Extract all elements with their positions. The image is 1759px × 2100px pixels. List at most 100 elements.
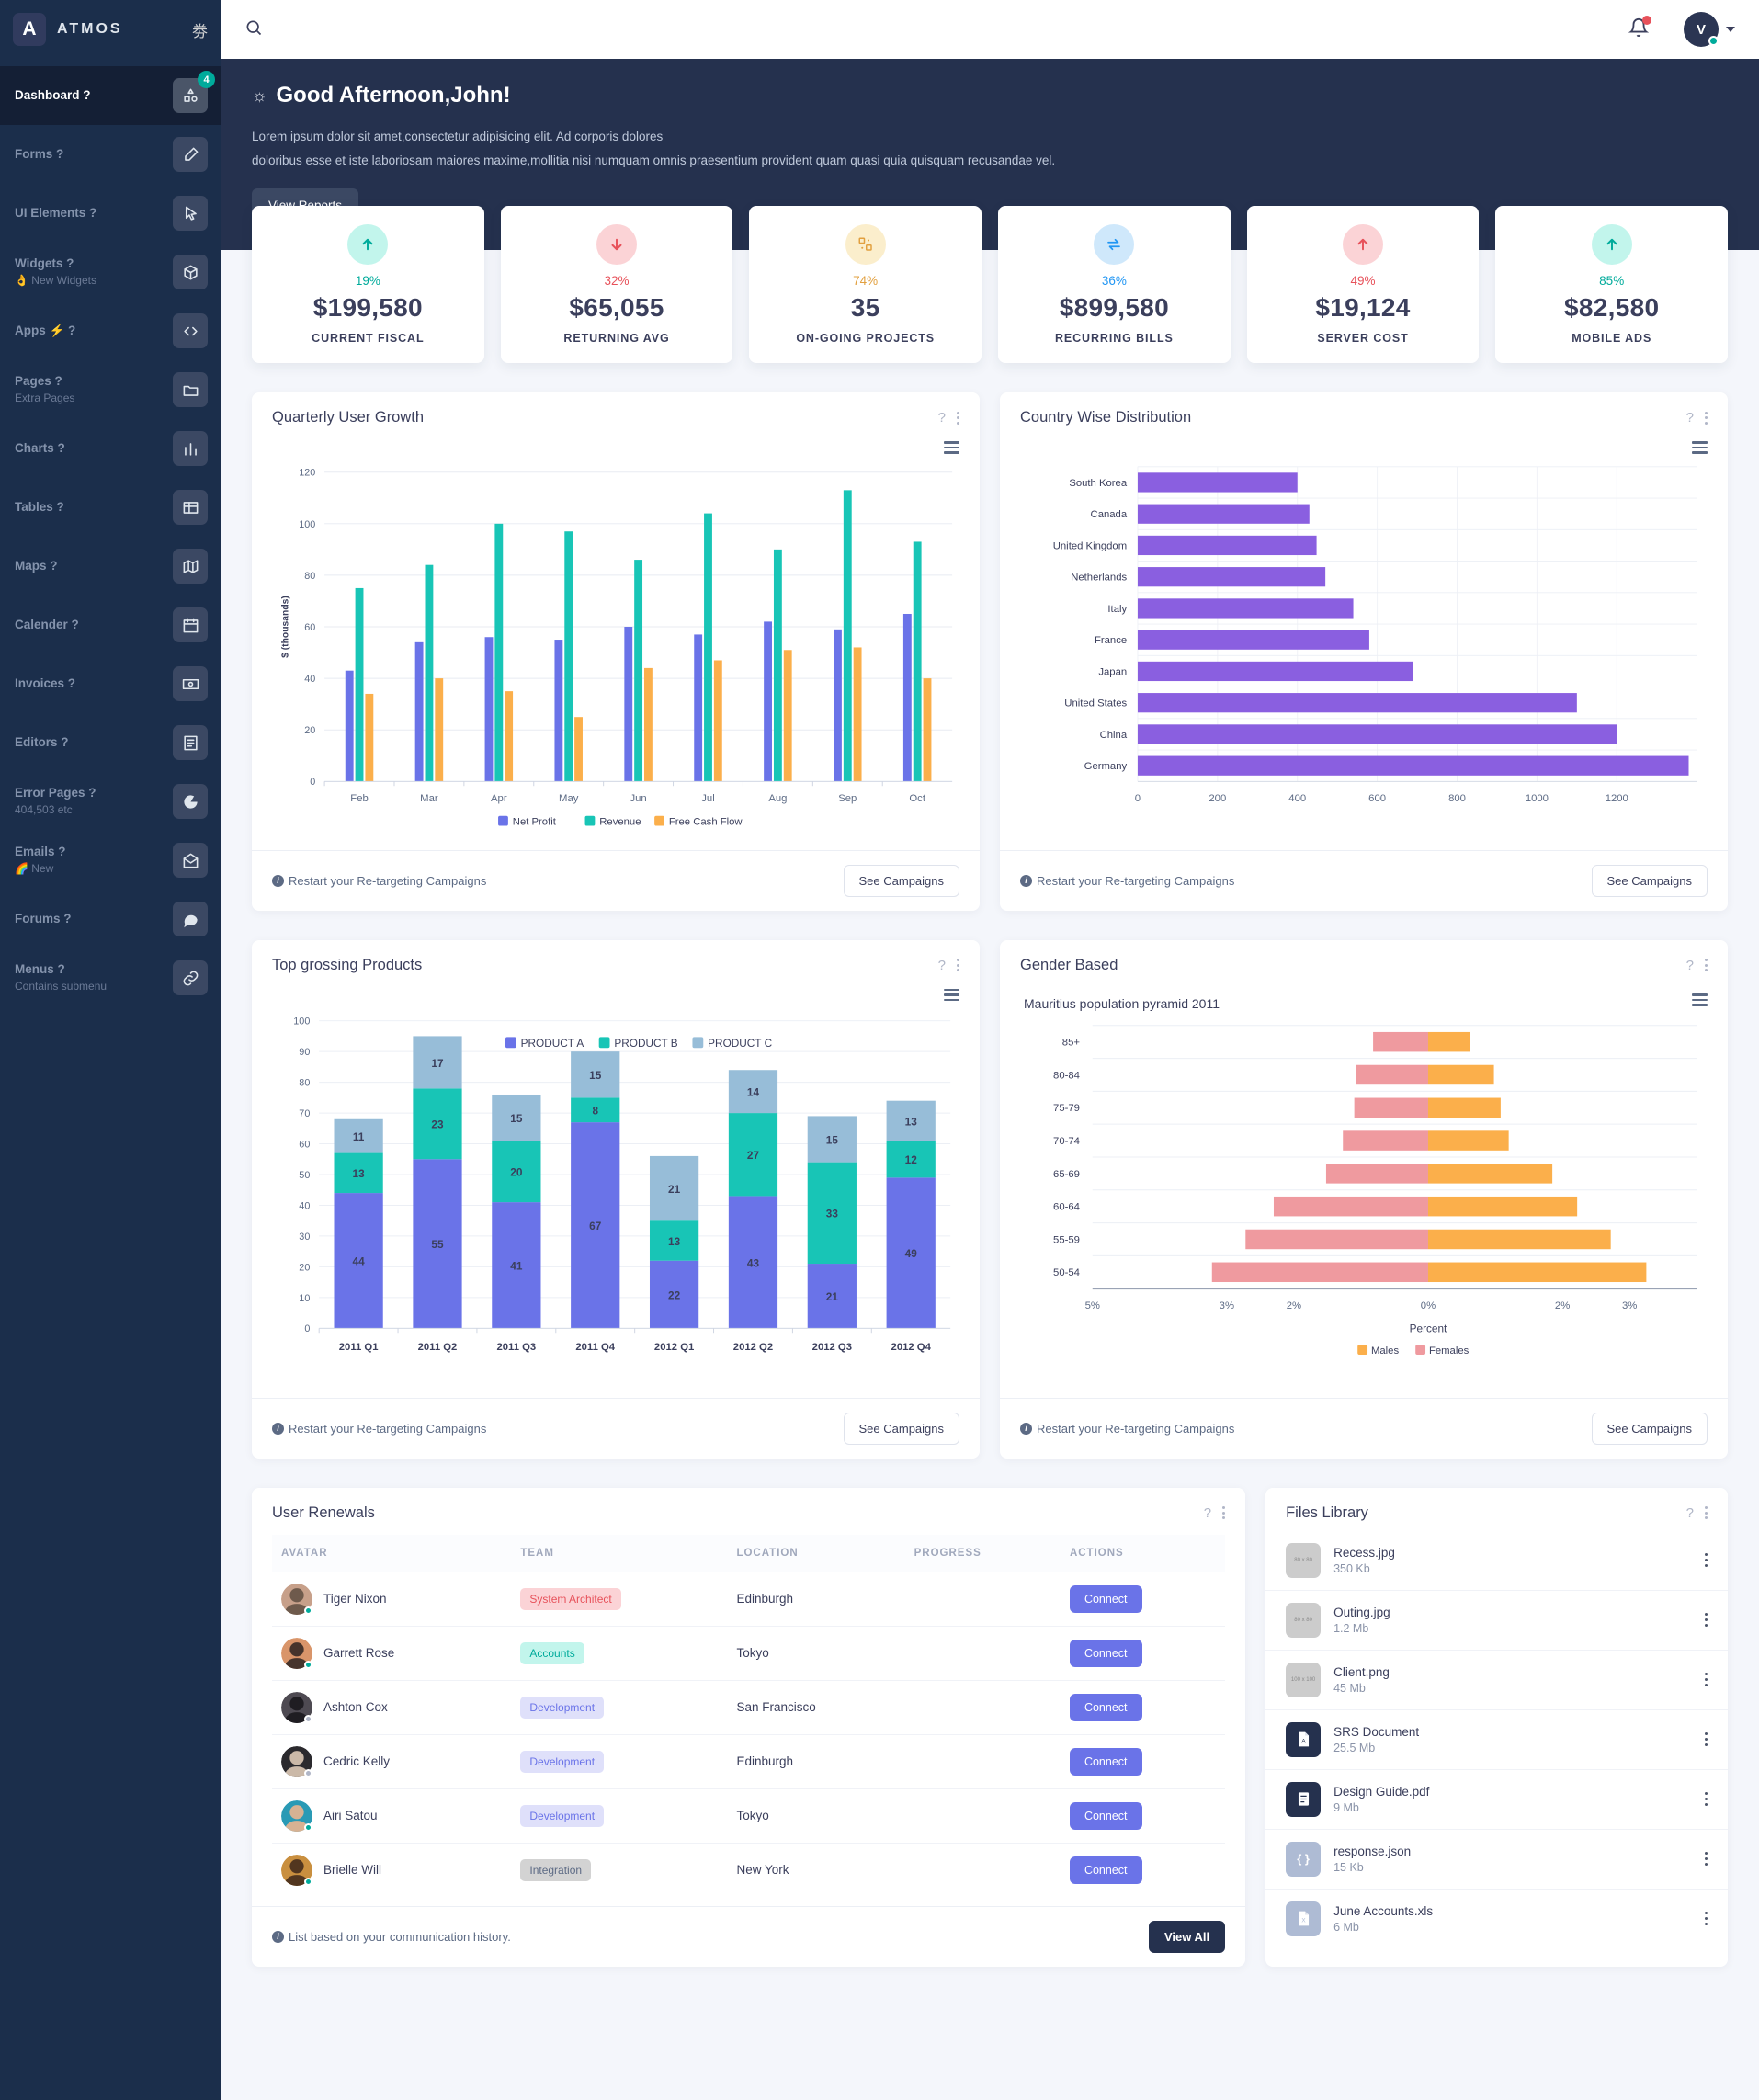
file-list-item[interactable]: 80 x 80 Recess.jpg 350 Kb bbox=[1265, 1531, 1728, 1591]
svg-text:0%: 0% bbox=[1421, 1300, 1436, 1311]
sidebar-item-text: Invoices ? bbox=[15, 675, 173, 692]
sidebar-item-label: Invoices ? bbox=[15, 675, 76, 690]
sidebar-item-widgets[interactable]: Widgets ? 👌 New Widgets bbox=[0, 243, 221, 301]
svg-text:20: 20 bbox=[510, 1166, 523, 1179]
sidebar-item-pages[interactable]: Pages ? Extra Pages bbox=[0, 360, 221, 419]
cell-team: Development bbox=[511, 1788, 728, 1844]
file-list-item[interactable]: 80 x 80 Outing.jpg 1.2 Mb bbox=[1265, 1591, 1728, 1651]
sidebar-item-forums[interactable]: Forums ? bbox=[0, 890, 221, 948]
help-icon[interactable]: ? bbox=[1686, 958, 1694, 973]
sidebar-item-maps[interactable]: Maps ? bbox=[0, 537, 221, 596]
help-icon[interactable]: ? bbox=[1204, 1505, 1211, 1521]
box-icon bbox=[173, 255, 208, 289]
svg-text:80: 80 bbox=[304, 571, 315, 582]
chart-menu-icon[interactable] bbox=[944, 988, 959, 1002]
file-more-options-icon[interactable] bbox=[1704, 1851, 1708, 1867]
sidebar-item-calender[interactable]: Calender ? bbox=[0, 596, 221, 654]
help-icon[interactable]: ? bbox=[938, 410, 946, 426]
file-more-options-icon[interactable] bbox=[1704, 1731, 1708, 1747]
file-list-item[interactable]: { } response.json 15 Kb bbox=[1265, 1830, 1728, 1890]
text-file-icon bbox=[1286, 1781, 1322, 1817]
sidebar-item-errorpages[interactable]: Error Pages ? 404,503 etc bbox=[0, 772, 221, 831]
help-icon[interactable]: ? bbox=[1686, 1505, 1694, 1521]
chevron-down-icon[interactable] bbox=[1726, 27, 1735, 32]
more-options-icon[interactable] bbox=[1222, 1506, 1226, 1520]
see-campaigns-button[interactable]: See Campaigns bbox=[1591, 1412, 1708, 1445]
avatar[interactable]: V bbox=[1684, 12, 1719, 47]
sidebar-item-menus[interactable]: Menus ? Contains submenu bbox=[0, 948, 221, 1007]
sidebar-item-forms[interactable]: Forms ? bbox=[0, 125, 221, 184]
file-list-item[interactable]: X June Accounts.xls 6 Mb bbox=[1265, 1890, 1728, 1948]
document-icon bbox=[173, 725, 208, 760]
sidebar-item-invoices[interactable]: Invoices ? bbox=[0, 654, 221, 713]
connect-button[interactable]: Connect bbox=[1069, 1693, 1142, 1721]
search-container[interactable] bbox=[244, 18, 1616, 41]
see-campaigns-button[interactable]: See Campaigns bbox=[1591, 864, 1708, 897]
more-options-icon[interactable] bbox=[1705, 959, 1708, 972]
sidebar-item-uielements[interactable]: UI Elements ? bbox=[0, 184, 221, 243]
file-more-options-icon[interactable] bbox=[1704, 1672, 1708, 1687]
sidebar-item-sublabel: 404,503 etc bbox=[15, 803, 73, 817]
cell-user: Ashton Cox bbox=[272, 1680, 512, 1735]
table-header-progress: PROGRESS bbox=[904, 1534, 1061, 1572]
svg-text:21: 21 bbox=[826, 1291, 839, 1304]
card-footer: i Restart your Re-targeting Campaigns Se… bbox=[252, 1397, 980, 1459]
more-options-icon[interactable] bbox=[957, 411, 959, 425]
footer-note: i Restart your Re-targeting Campaigns bbox=[1020, 874, 1234, 888]
cell-actions: Connect bbox=[1060, 1626, 1226, 1681]
svg-text:65-69: 65-69 bbox=[1053, 1169, 1080, 1180]
kpi-label: RETURNING AVG bbox=[563, 332, 670, 346]
sidebar-item-apps[interactable]: Apps ⚡ ? bbox=[0, 301, 221, 360]
search-input[interactable] bbox=[272, 22, 548, 37]
more-options-icon[interactable] bbox=[1705, 1506, 1708, 1520]
see-campaigns-button[interactable]: See Campaigns bbox=[843, 1412, 959, 1445]
svg-text:2012 Q1: 2012 Q1 bbox=[654, 1342, 694, 1353]
card-title: Gender Based bbox=[1020, 956, 1118, 973]
help-icon[interactable]: ? bbox=[938, 958, 946, 973]
svg-text:11: 11 bbox=[353, 1131, 365, 1144]
team-badge: Integration bbox=[520, 1858, 592, 1881]
card-title: Quarterly User Growth bbox=[272, 409, 425, 426]
connect-button[interactable]: Connect bbox=[1069, 1747, 1142, 1776]
file-more-options-icon[interactable] bbox=[1704, 1552, 1708, 1568]
card-tools: ? bbox=[938, 958, 959, 973]
chart-menu-icon[interactable] bbox=[1692, 993, 1708, 1006]
sidebar-item-sublabel: 🌈 New bbox=[15, 862, 54, 876]
sidebar-item-text: Maps ? bbox=[15, 558, 173, 574]
kpi-label: SERVER COST bbox=[1317, 332, 1409, 346]
svg-text:30: 30 bbox=[299, 1232, 310, 1243]
connect-button[interactable]: Connect bbox=[1069, 1856, 1142, 1884]
sidebar-item-emails[interactable]: Emails ? 🌈 New bbox=[0, 831, 221, 890]
more-options-icon[interactable] bbox=[957, 959, 959, 972]
file-size: 6 Mb bbox=[1333, 1920, 1359, 1934]
file-more-options-icon[interactable] bbox=[1704, 1911, 1708, 1926]
chart-menu-icon[interactable] bbox=[944, 441, 959, 454]
sidebar-item-tables[interactable]: Tables ? bbox=[0, 478, 221, 537]
notifications-bell-icon[interactable] bbox=[1628, 15, 1651, 42]
sidebar-item-editors[interactable]: Editors ? bbox=[0, 713, 221, 772]
chart-menu-icon[interactable] bbox=[1692, 441, 1708, 454]
user-menu[interactable]: V bbox=[1684, 12, 1735, 47]
file-list-item[interactable]: A SRS Document 25.5 Mb bbox=[1265, 1710, 1728, 1770]
svg-text:27: 27 bbox=[747, 1150, 760, 1163]
connect-button[interactable]: Connect bbox=[1069, 1584, 1142, 1613]
see-campaigns-button[interactable]: See Campaigns bbox=[843, 864, 959, 897]
connect-button[interactable]: Connect bbox=[1069, 1639, 1142, 1667]
view-all-button[interactable]: View All bbox=[1148, 1920, 1226, 1953]
more-options-icon[interactable] bbox=[1705, 411, 1708, 425]
sidebar-item-dashboard[interactable]: Dashboard ? 4 bbox=[0, 66, 221, 125]
svg-text:Mar: Mar bbox=[420, 793, 438, 804]
svg-text:2011 Q4: 2011 Q4 bbox=[575, 1342, 615, 1353]
file-list-item[interactable]: Design Guide.pdf 9 Mb bbox=[1265, 1770, 1728, 1830]
sidebar-collapse-icon[interactable]: 劵 bbox=[192, 18, 208, 41]
cell-location: Edinburgh bbox=[727, 1572, 905, 1627]
file-more-options-icon[interactable] bbox=[1704, 1612, 1708, 1628]
help-icon[interactable]: ? bbox=[1686, 410, 1694, 426]
file-list-item[interactable]: 100 x 100 Client.png 45 Mb bbox=[1265, 1651, 1728, 1710]
sidebar-item-label: Calender ? bbox=[15, 617, 79, 631]
charts-row-1: Quarterly User Growth ? 0 20 40 60 80 100 120 $… bbox=[221, 363, 1759, 911]
file-name: Recess.jpg bbox=[1333, 1545, 1395, 1560]
file-more-options-icon[interactable] bbox=[1704, 1791, 1708, 1807]
sidebar-item-charts[interactable]: Charts ? bbox=[0, 419, 221, 478]
connect-button[interactable]: Connect bbox=[1069, 1801, 1142, 1830]
